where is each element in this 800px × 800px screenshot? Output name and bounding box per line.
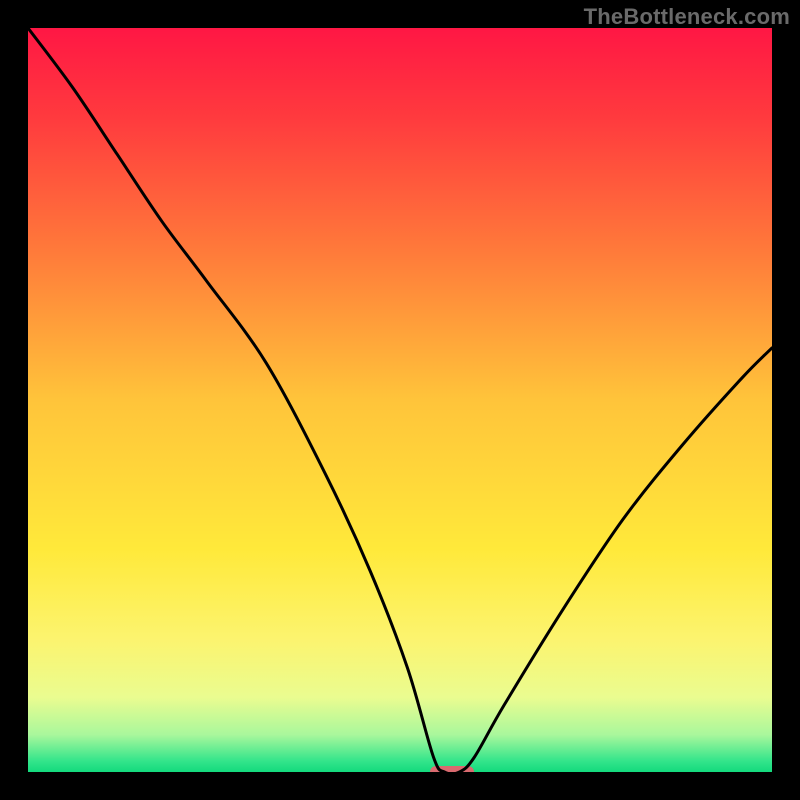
watermark-text: TheBottleneck.com: [584, 4, 790, 30]
bottleneck-curve: [28, 28, 772, 772]
plot-area: [28, 28, 772, 772]
chart-frame: TheBottleneck.com: [0, 0, 800, 800]
